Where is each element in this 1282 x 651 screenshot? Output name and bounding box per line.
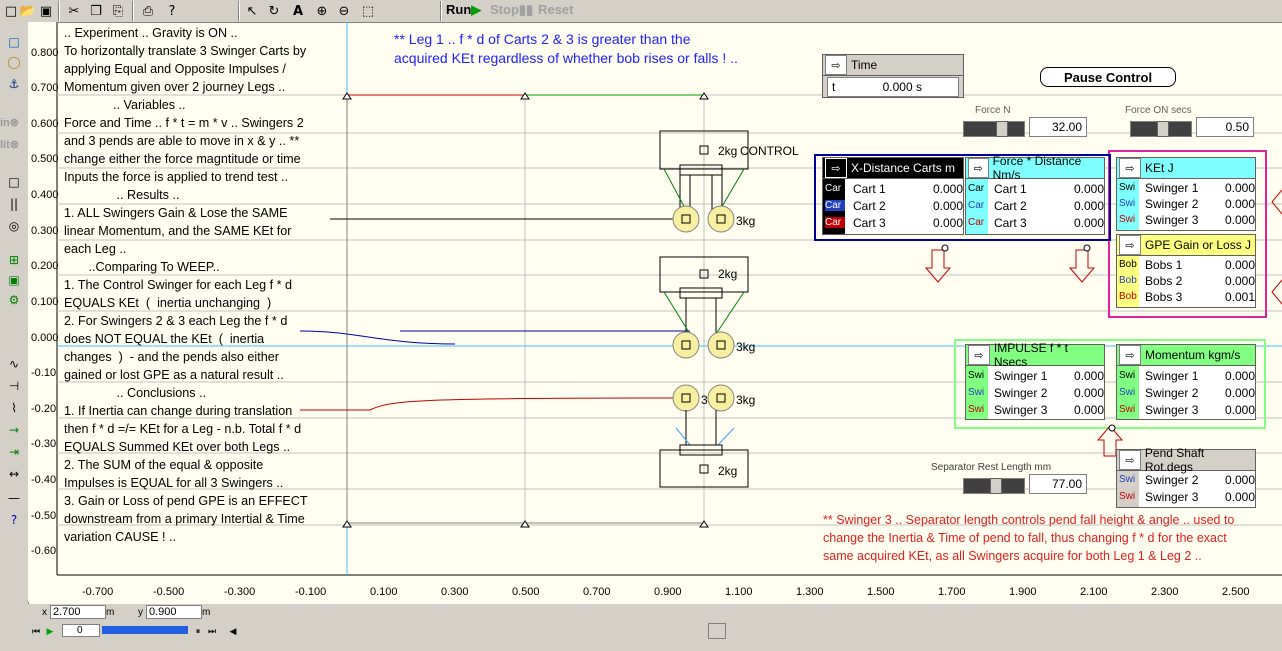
- x-tick: 0.100: [370, 586, 398, 598]
- frame-counter[interactable]: 0: [62, 624, 100, 637]
- y-tick: -0.30: [31, 438, 57, 450]
- arrow-right-icon[interactable]: ⇨: [1119, 235, 1141, 255]
- force-secs-input[interactable]: 0.50: [1196, 117, 1254, 137]
- y-tick: 0.200: [31, 260, 59, 272]
- y-coord-unit: m: [202, 607, 211, 618]
- x-tick: 1.300: [796, 586, 824, 598]
- y-tick: -0.20: [31, 403, 57, 415]
- x-tick: 0.900: [654, 586, 682, 598]
- mass-label: 2kg: [718, 144, 738, 158]
- y-tick: 0.500: [31, 153, 59, 165]
- x-distance-meter[interactable]: ⇨ X-Distance Carts m Car Cart 1 0.000 Car Ca…: [822, 157, 964, 235]
- pend-shaft-meter[interactable]: ⇨ Pend Shaft Rot.degs Swi Swinger 2 0.000 S…: [1116, 446, 1256, 508]
- x-coord-unit: m: [106, 607, 115, 618]
- arrow-right-icon[interactable]: ⇨: [1119, 450, 1141, 470]
- force-secs-slider[interactable]: [1130, 121, 1192, 137]
- experiment-description: .. Experiment .. Gravity is ON .. To hor…: [64, 26, 308, 544]
- slider-thumb[interactable]: [990, 478, 1002, 494]
- arrow-right-icon[interactable]: ⇨: [825, 158, 847, 178]
- y-tick: -0.50: [31, 510, 57, 522]
- pause-control-button[interactable]: Pause Control: [1040, 67, 1176, 87]
- x-tick: 1.500: [867, 586, 895, 598]
- y-tick: 0.400: [31, 189, 59, 201]
- x-tick: -0.300: [224, 586, 256, 598]
- x-tick: 1.900: [1009, 586, 1037, 598]
- x-tick: 2.100: [1080, 586, 1108, 598]
- control-label: CONTROL: [740, 144, 799, 158]
- x-tick: -0.100: [295, 586, 327, 598]
- force-secs-label: Force ON secs: [1125, 105, 1192, 116]
- arrow-right-icon[interactable]: ⇨: [1119, 345, 1141, 365]
- momentum-meter[interactable]: ⇨ Momentum kgm/s Swi Swinger 1 0.000 Swi Swi…: [1116, 344, 1256, 420]
- horizontal-scroll-thumb[interactable]: [708, 623, 726, 639]
- y-tick: 0.800: [31, 47, 59, 59]
- force-input[interactable]: 32.00: [1029, 117, 1087, 137]
- y-tick: 0.600: [31, 118, 59, 130]
- y-tick: 0.300: [31, 225, 59, 237]
- y-tick: 0.100: [31, 296, 59, 308]
- x-tick: -0.500: [153, 586, 185, 598]
- x-tick: 2.300: [1151, 586, 1179, 598]
- impulse-meter[interactable]: ⇨ IMPULSE f * t Nsecs Swi Swinger 1 0.000 S…: [965, 341, 1105, 420]
- y-coord-value[interactable]: 0.900: [146, 605, 202, 619]
- swinger3-note: ** Swinger 3 .. Separator length control…: [823, 513, 1235, 563]
- gpe-meter[interactable]: ⇨ GPE Gain or Loss J Bob Bobs 1 0.000 Bob Bo…: [1116, 234, 1256, 308]
- x-coord-label: x: [42, 607, 47, 618]
- ket-meter[interactable]: ⇨ KEt J Swi Swinger 1 0.000 Swi Swinger 2 0.0…: [1116, 157, 1256, 231]
- y-tick: -0.10: [31, 367, 57, 379]
- scroll-left-icon[interactable]: ◀: [228, 624, 238, 638]
- time-readout: t 0.000 s: [827, 77, 959, 97]
- slider-thumb[interactable]: [996, 121, 1008, 137]
- playback-progress[interactable]: [102, 626, 188, 634]
- mass-label: 3kg: [736, 214, 756, 228]
- x-tick: 1.100: [725, 586, 753, 598]
- arrow-right-icon[interactable]: ⇨: [968, 158, 989, 178]
- y-tick: 0.000: [31, 332, 59, 344]
- force-distance-meter[interactable]: ⇨ Force * Distance Nm/s Car Cart 1 0.000 Ca…: [965, 154, 1105, 235]
- fast-forward-icon[interactable]: ⏭: [206, 624, 218, 638]
- x-tick: -0.700: [82, 586, 114, 598]
- x-tick: 0.300: [441, 586, 469, 598]
- separator-input[interactable]: 77.00: [1029, 474, 1087, 494]
- separator-label: Separator Rest Length mm: [931, 462, 1052, 473]
- leg-note: ** Leg 1 .. f * d of Carts 2 & 3 is grea…: [394, 31, 738, 66]
- slider-thumb[interactable]: [1157, 121, 1169, 137]
- status-bar: x 2.700 m y 0.900 m ⏮ ▶ 0 ⏸ ⏭ ◀: [28, 604, 1282, 651]
- x-tick: 0.700: [583, 586, 611, 598]
- y-tick: -0.40: [31, 474, 57, 486]
- x-tick: 2.500: [1222, 586, 1250, 598]
- separator-slider[interactable]: [963, 478, 1025, 494]
- y-tick: 0.700: [31, 82, 59, 94]
- time-meter[interactable]: ⇨ Time t 0.000 s: [822, 54, 964, 98]
- rewind-icon[interactable]: ⏮: [30, 624, 42, 638]
- mass-label: 2kg: [718, 464, 738, 478]
- arrow-right-icon[interactable]: ⇨: [968, 345, 990, 365]
- mass-label: 3kg: [736, 393, 756, 407]
- arrow-right-icon[interactable]: ⇨: [825, 55, 847, 75]
- play-icon[interactable]: ▶: [44, 624, 56, 638]
- force-slider[interactable]: [963, 121, 1025, 137]
- x-tick: 0.500: [512, 586, 540, 598]
- mass-label: 3kg: [736, 340, 756, 354]
- number-label: 3: [701, 393, 708, 407]
- force-label: Force N: [975, 105, 1011, 116]
- mass-label: 2kg: [718, 267, 738, 281]
- y-tick: -0.60: [31, 545, 57, 557]
- x-tick: 1.700: [938, 586, 966, 598]
- x-coord-value[interactable]: 2.700: [50, 605, 106, 619]
- arrow-right-icon[interactable]: ⇨: [1119, 158, 1141, 178]
- pause-icon[interactable]: ⏸: [192, 624, 204, 638]
- y-coord-label: y: [138, 607, 143, 618]
